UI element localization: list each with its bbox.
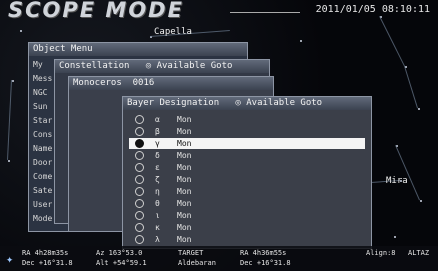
radio-icon (135, 187, 144, 196)
current-dec: Dec +16°31.8 (22, 259, 73, 267)
constellation-goto-label: Available Goto (156, 61, 233, 71)
bayer-designation-panel[interactable]: Bayer Designation ◎ Available Goto α Mon β… (122, 96, 372, 249)
object-menu-item[interactable]: Come (33, 172, 52, 181)
bayer-option[interactable]: ζ Mon (129, 174, 365, 185)
bayer-option[interactable]: α Mon (129, 114, 365, 125)
bayer-symbol: η (155, 187, 160, 196)
current-ra: RA 4h28m35s (22, 249, 69, 257)
object-menu-item[interactable]: Sate (33, 186, 52, 195)
target-label: TARGET (178, 249, 204, 257)
radio-icon (135, 115, 144, 124)
bayer-option[interactable]: δ Mon (129, 150, 365, 161)
bayer-constellation: Mon (177, 199, 192, 208)
bayer-option[interactable]: β Mon (129, 126, 365, 137)
telescope-icon: ✦ (6, 252, 14, 266)
object-menu-item[interactable]: Star (33, 116, 52, 125)
radio-icon (135, 151, 144, 160)
bayer-option[interactable]: ε Mon (129, 162, 365, 173)
bayer-goto-label: Available Goto (246, 98, 323, 108)
radio-icon (135, 163, 144, 172)
star (420, 200, 422, 202)
constellation-title: Constellation (59, 61, 130, 71)
bayer-option[interactable]: κ Mon (129, 222, 365, 233)
bayer-option[interactable]: γ Mon (129, 138, 365, 149)
bayer-option[interactable]: η Mon (129, 186, 365, 197)
bayer-title: Bayer Designation (127, 98, 220, 108)
bayer-option[interactable]: λ Mon (129, 234, 365, 245)
monoceros-code: 0016 (132, 78, 155, 88)
bayer-option[interactable]: θ Mon (129, 198, 365, 209)
star (394, 236, 396, 238)
bayer-symbol: ι (155, 211, 160, 220)
mount-mode: ALTAZ (408, 249, 430, 257)
object-menu-item[interactable]: Sun (33, 102, 47, 111)
bayer-constellation: Mon (177, 211, 192, 220)
bayer-constellation: Mon (177, 151, 192, 160)
monoceros-title: Monoceros (73, 78, 122, 88)
bayer-symbol: α (155, 115, 160, 124)
object-menu-item[interactable]: My (33, 60, 43, 69)
bayer-symbol: λ (155, 235, 160, 244)
bayer-symbol: θ (155, 199, 160, 208)
object-menu-item[interactable]: NGC (33, 88, 47, 97)
monoceros-header: Monoceros 0016 (69, 77, 273, 90)
object-menu-item[interactable]: Mess (33, 74, 52, 83)
bayer-constellation: Mon (177, 127, 192, 136)
align-status: Align:8 (366, 249, 396, 257)
bayer-symbol: ζ (155, 175, 160, 184)
bayer-symbol: β (155, 127, 160, 136)
star (418, 108, 420, 110)
date-time: 2011/01/05 08:10:11 (315, 4, 430, 15)
star (8, 160, 10, 162)
object-menu-item[interactable]: Door (33, 158, 52, 167)
target-name: Aldebaran (178, 259, 216, 267)
bayer-symbol: κ (155, 223, 160, 232)
radio-icon (135, 175, 144, 184)
star (300, 40, 302, 42)
radio-icon (135, 235, 144, 244)
title-rule (230, 12, 300, 13)
current-az: Az 163°53.0 (96, 249, 143, 257)
bayer-constellation: Mon (177, 187, 192, 196)
bayer-header: Bayer Designation ◎ Available Goto (123, 97, 371, 110)
bayer-constellation: Mon (177, 115, 192, 124)
bayer-symbol: γ (155, 139, 160, 148)
bayer-option[interactable]: ι Mon (129, 210, 365, 221)
radio-icon (135, 223, 144, 232)
sky-label-capella: Capella (154, 27, 192, 37)
constellation-header: Constellation ◎ Available Goto (55, 60, 269, 73)
mode-title: SCOPE MODE (8, 0, 184, 22)
star (20, 30, 22, 32)
object-menu-item[interactable]: Mode (33, 214, 52, 223)
title-bar: SCOPE MODE 2011/01/05 08:10:11 (0, 0, 438, 22)
object-menu-item[interactable]: Name (33, 144, 52, 153)
goto-indicator-icon: ◎ (235, 98, 241, 108)
bayer-constellation: Mon (177, 175, 192, 184)
radio-icon (135, 139, 144, 148)
bayer-constellation: Mon (177, 223, 192, 232)
current-alt: Alt +54°59.1 (96, 259, 147, 267)
bayer-symbol: δ (155, 151, 160, 160)
radio-icon (135, 211, 144, 220)
object-menu-item[interactable]: User (33, 200, 52, 209)
bayer-constellation: Mon (177, 139, 192, 148)
sky-label-mira: Mira (386, 176, 408, 186)
bayer-symbol: ε (155, 163, 160, 172)
object-menu-title: Object Menu (29, 43, 247, 56)
bayer-constellation: Mon (177, 235, 192, 244)
goto-indicator-icon: ◎ (145, 61, 152, 71)
bayer-constellation: Mon (177, 163, 192, 172)
radio-icon (135, 127, 144, 136)
target-ra: RA 4h36m55s (240, 249, 287, 257)
target-dec: Dec +16°31.8 (240, 259, 291, 267)
object-menu-item[interactable]: Cons (33, 130, 52, 139)
star (12, 80, 14, 82)
radio-icon (135, 199, 144, 208)
